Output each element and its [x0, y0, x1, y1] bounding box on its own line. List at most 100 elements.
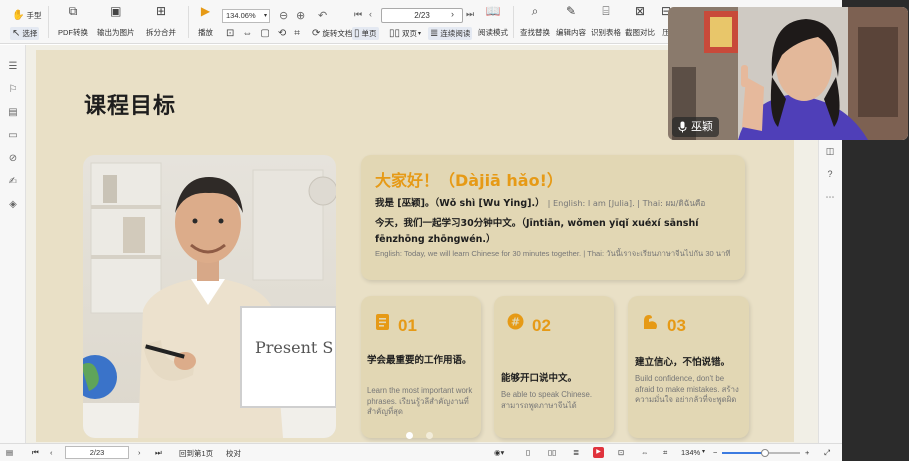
comment-icon[interactable]: ▭ — [7, 130, 19, 142]
greeting-translation-line: English: Today, we will learn Chinese fo… — [375, 249, 731, 258]
read-mode-button[interactable]: 📖 阅读模式 — [478, 4, 508, 38]
zoom-value: 134.06% — [226, 11, 256, 20]
image-icon: ▣ — [110, 4, 122, 18]
zoom-slider-fill — [722, 452, 765, 454]
play-button[interactable]: ▶ 播放 — [198, 4, 213, 38]
chevron-down-icon[interactable]: ▾ — [702, 448, 705, 455]
prev-page-icon[interactable]: ‹ — [50, 448, 53, 457]
crop-icon[interactable]: ⌗ — [663, 448, 667, 458]
greeting-intro-line: 我是 [巫颖]。（Wǒ shì [Wu Ying].） | English: I… — [375, 195, 705, 210]
fit-page-icon[interactable]: ⊡ — [226, 28, 234, 39]
carousel-dot[interactable] — [426, 432, 433, 439]
edit-content-label: 编辑内容 — [556, 28, 586, 37]
left-sidebar: ☰ ⚐ ▤ ▭ ⊘ ✍ ◈ — [0, 45, 26, 443]
screenshot-compare-label: 截图对比 — [625, 28, 655, 37]
rotate-left-icon[interactable]: ↶ — [318, 9, 327, 22]
ocr-table-label: 识别表格 — [591, 28, 621, 37]
signature-icon[interactable]: ✍ — [7, 176, 19, 188]
bookmark-icon[interactable]: ⚐ — [7, 84, 19, 96]
layers-icon[interactable]: ◈ — [7, 199, 19, 211]
hand-tool-button[interactable]: ✋ 手型 — [12, 10, 41, 21]
read-mode-label: 阅读模式 — [478, 28, 508, 37]
rotate-icon: ⟳ — [312, 28, 321, 39]
toolbar-divider — [48, 6, 49, 38]
greeting-intro-translation: | English: I am [Julia]. | Thai: ผม/ดิฉั… — [547, 198, 706, 208]
double-view-icon[interactable]: ▯▯ — [548, 448, 556, 457]
zoom-out-icon[interactable]: ⊖ — [279, 9, 288, 22]
single-page-button[interactable]: ▯ 单页 — [352, 27, 379, 40]
last-page-icon[interactable]: ⏭ — [155, 448, 162, 458]
double-page-icon: ▯▯ — [389, 28, 401, 39]
select-tool-button[interactable]: ↖ 选择 — [10, 27, 40, 40]
export-image-label: 输出为图片 — [97, 28, 135, 37]
carousel-dot-active[interactable] — [406, 432, 413, 439]
outline-icon[interactable]: ☰ — [7, 61, 19, 73]
zoom-slider-knob[interactable] — [760, 449, 769, 457]
flexed-arm-icon — [641, 313, 659, 331]
play-icon: ▶ — [200, 4, 211, 18]
goal-subtext-1: Learn the most important work phrases. เ… — [367, 386, 473, 416]
chevron-down-icon: ▾ — [263, 13, 267, 19]
zoom-out-icon[interactable]: − — [713, 448, 717, 457]
zoom-select[interactable]: 134.06% ▾ — [222, 9, 270, 23]
greeting-today-line: 今天，我们一起学习30分钟中文。（Jīntiān, wǒmen yīqǐ xué… — [375, 218, 699, 245]
sidebar-toggle-icon[interactable]: ▤ — [6, 448, 13, 457]
last-page-icon[interactable]: ⏭ — [466, 9, 474, 20]
fit-width-icon[interactable]: ⇔ — [242, 28, 252, 39]
fit-tools: ⊡ ⇔ ▢ ⟲ ⌗ — [226, 28, 302, 39]
rotate-page-icon[interactable]: ⟲ — [278, 28, 286, 39]
single-view-icon[interactable]: ▯ — [526, 448, 530, 457]
edit-icon: ✎ — [565, 4, 577, 18]
goal-heading-3: 建立信心，不怕说错。 — [635, 357, 731, 368]
status-page-input[interactable]: 2/23 — [65, 446, 129, 459]
edit-content-button[interactable]: ✎ 编辑内容 — [556, 4, 586, 38]
double-page-label: 双页 — [402, 29, 418, 38]
chevron-down-icon: ▾ — [418, 31, 422, 37]
actual-size-icon[interactable]: ▢ — [260, 28, 269, 39]
thumbnail-icon[interactable]: ▤ — [7, 107, 19, 119]
pdf-convert-button[interactable]: ⧉ PDF转换 — [58, 4, 88, 38]
slide-title: 课程目标 — [84, 94, 177, 119]
webcam-name: 巫颖 — [691, 121, 713, 133]
play-icon[interactable]: ▶ — [593, 447, 604, 458]
hash-icon: # — [507, 313, 524, 331]
zoom-in-icon[interactable]: + — [805, 448, 809, 457]
scan-icon: ⌸ — [602, 4, 610, 18]
split-merge-button[interactable]: ⊞ 拆分合并 — [146, 4, 176, 38]
screenshot-icon: ⊠ — [634, 4, 646, 18]
status-page-value: 2/23 — [89, 448, 105, 457]
eye-icon[interactable]: ◉▾ — [494, 448, 504, 457]
first-page-icon[interactable]: ⏮ — [354, 9, 362, 20]
first-page-icon[interactable]: ⏮ — [32, 448, 39, 458]
help-icon[interactable]: ? — [824, 168, 836, 180]
ocr-table-button[interactable]: ⌸ 识别表格 — [591, 4, 621, 38]
screenshot-compare-button[interactable]: ⊠ 截图对比 — [625, 4, 655, 38]
more-icon[interactable]: ⋯ — [824, 191, 836, 203]
goal-subtext-3: Build confidence, don't be afraid to mak… — [635, 374, 739, 404]
proofread-link[interactable]: 校对 — [226, 448, 241, 459]
back-to-first-page-link[interactable]: 回到第1页 — [179, 448, 213, 459]
crop-icon[interactable]: ⌗ — [294, 28, 300, 39]
fit-page-icon[interactable]: ⊡ — [618, 448, 624, 457]
export-image-button[interactable]: ▣ 输出为图片 — [97, 4, 135, 38]
fullscreen-icon[interactable]: ⤢ — [824, 448, 830, 458]
panel-icon[interactable]: ◫ — [824, 145, 836, 157]
fit-width-icon[interactable]: ⇔ — [641, 448, 649, 457]
next-page-icon[interactable]: › — [138, 448, 141, 457]
select-tool-label: 选择 — [22, 29, 38, 38]
cursor-icon: ↖ — [12, 28, 21, 39]
status-bar: ▤ ⏮ ‹ 2/23 › ⏭ 回到第1页 校对 ◉▾ ▯ ▯▯ ≣ ▶ ⊡ ⇔ … — [0, 443, 842, 461]
find-replace-label: 查找替换 — [520, 28, 550, 37]
prev-page-icon[interactable]: ‹ — [369, 9, 372, 19]
attachment-icon[interactable]: ⊘ — [7, 153, 19, 165]
find-replace-button[interactable]: ⌕ 查找替换 — [520, 4, 550, 38]
zoom-slider[interactable] — [722, 449, 800, 457]
goal-heading-1: 学会最重要的工作用语。 — [367, 355, 472, 366]
double-page-button[interactable]: ▯▯ 双页 ▾ — [389, 28, 421, 39]
continuous-read-button[interactable]: ≣ 连续阅读 — [428, 27, 473, 40]
rotate-document-button[interactable]: ⟳ 旋转文档 ▾ — [312, 28, 356, 39]
zoom-in-icon[interactable]: ⊕ — [296, 9, 305, 22]
document-icon — [375, 313, 390, 331]
continuous-view-icon[interactable]: ≣ — [573, 448, 579, 457]
next-page-icon[interactable]: › — [451, 9, 454, 19]
